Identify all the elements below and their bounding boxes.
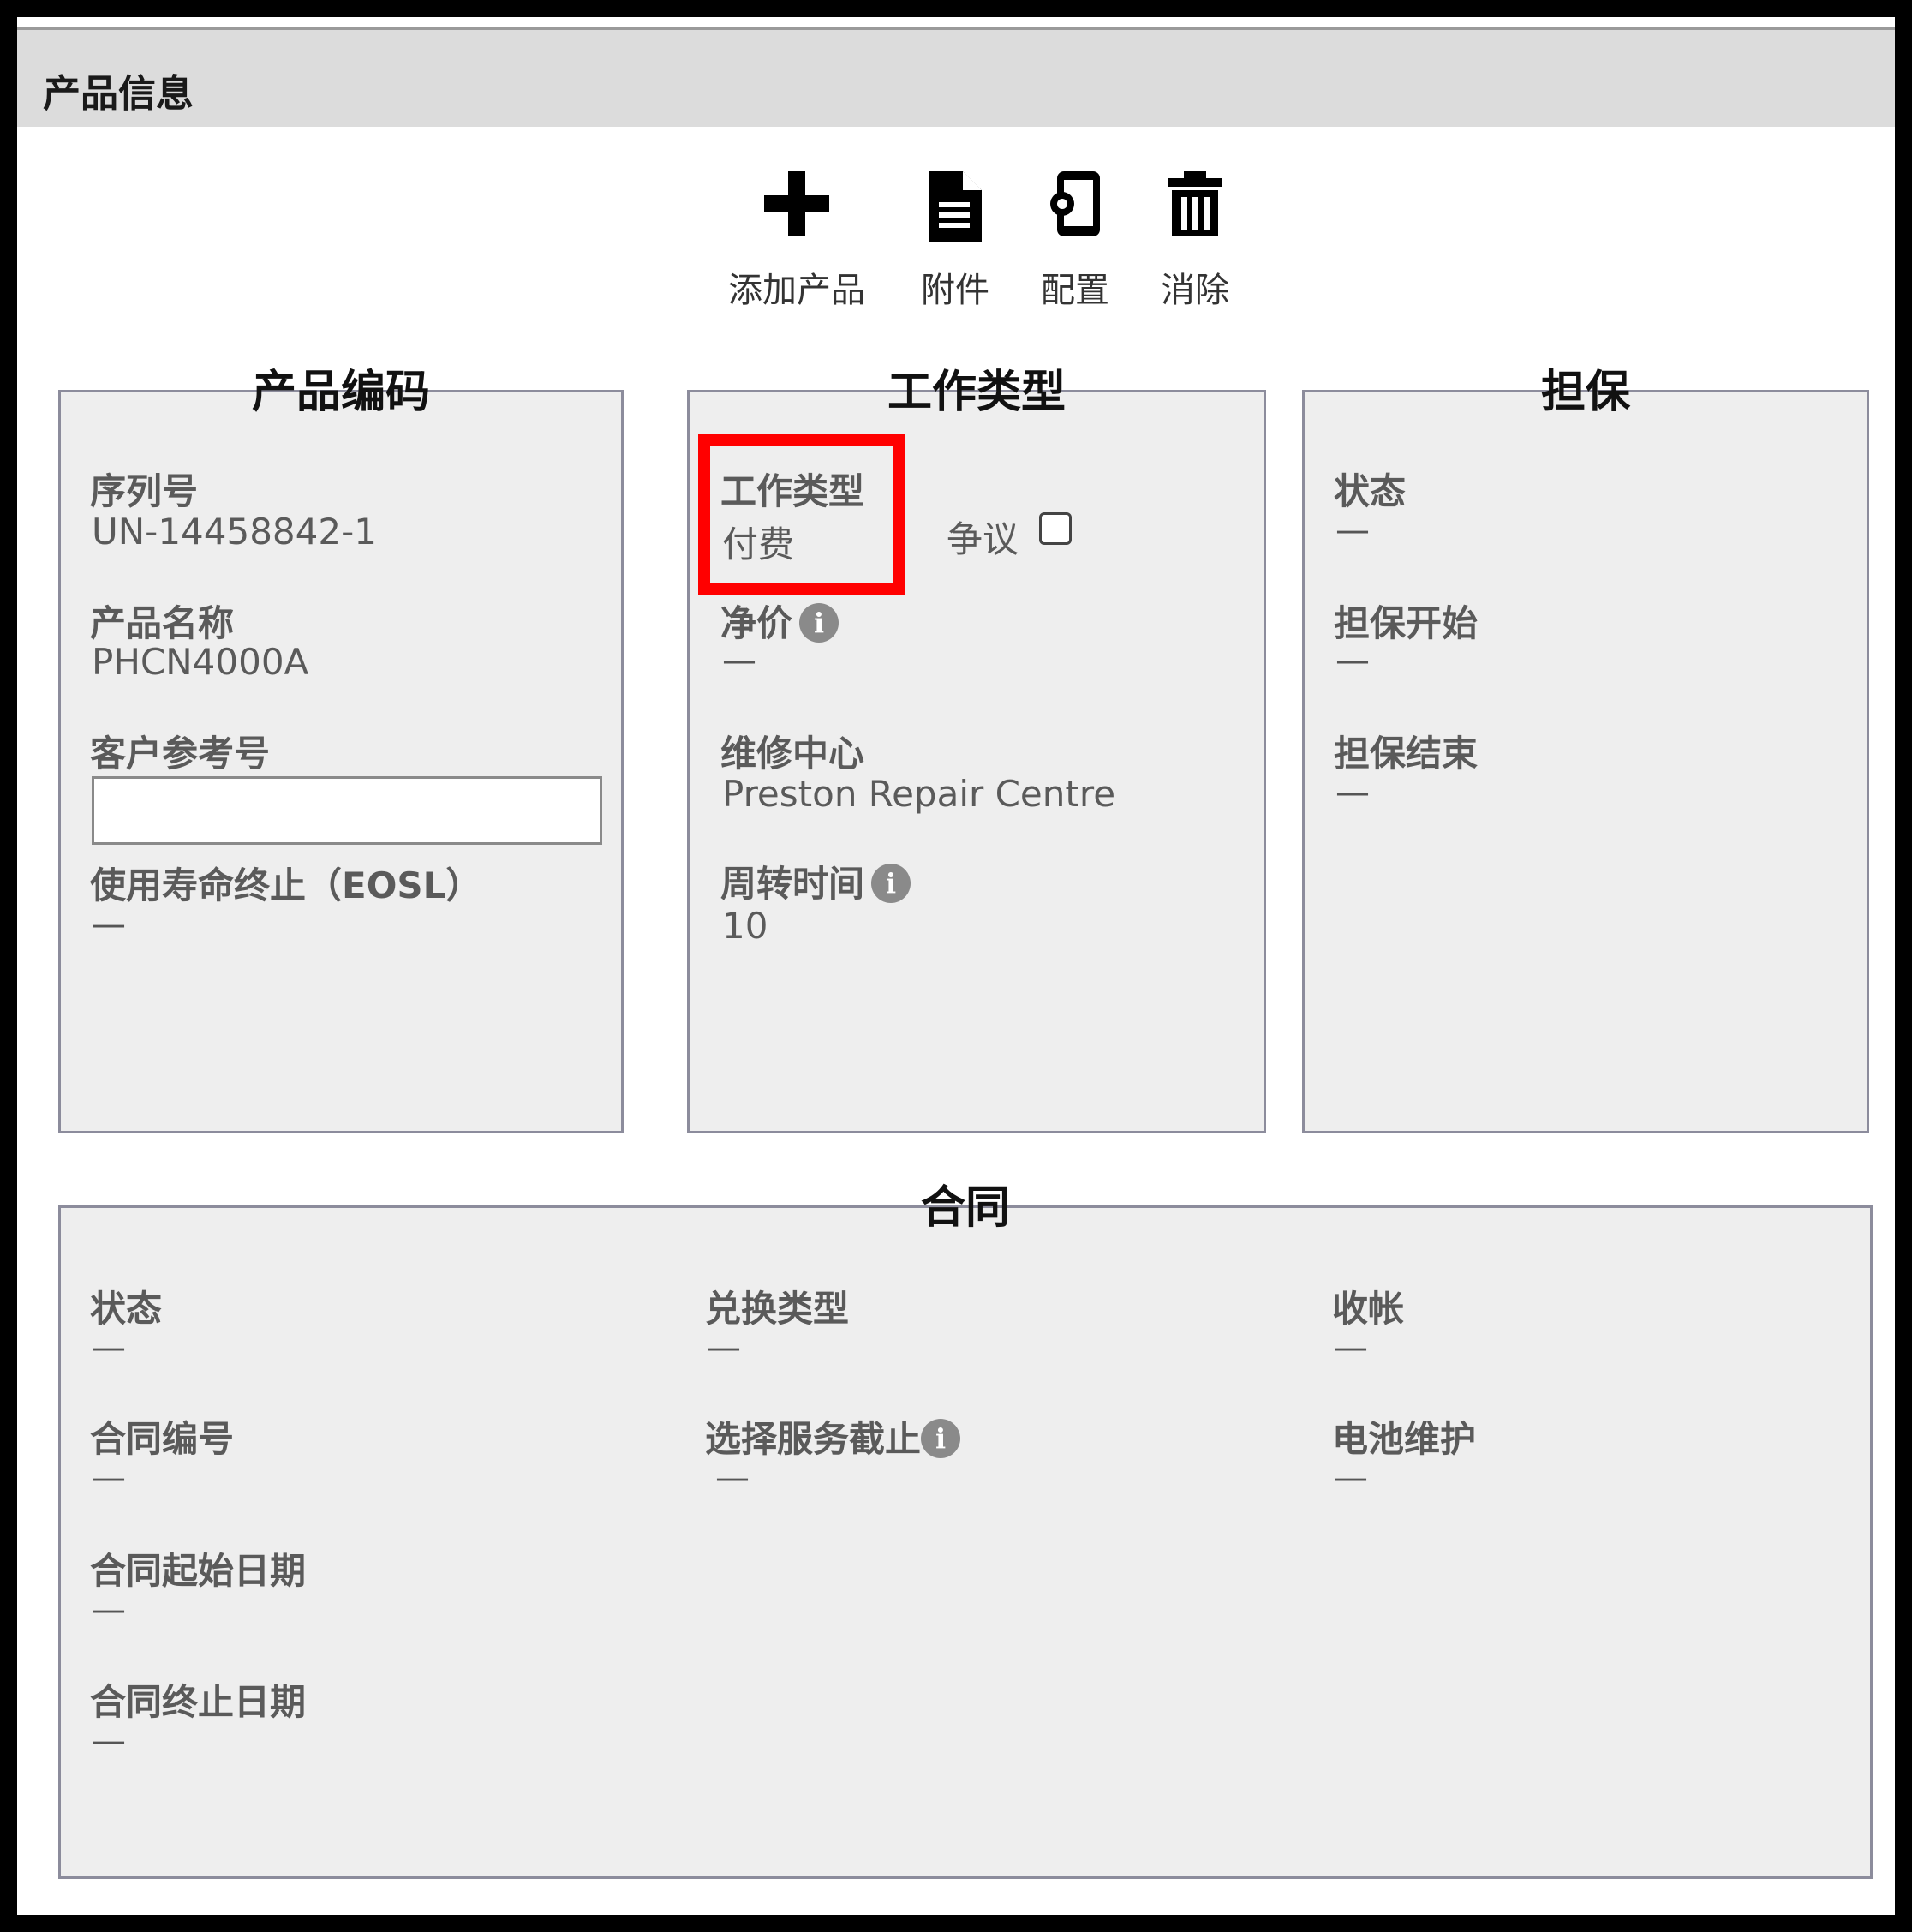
battery-value: — [1334,1458,1368,1498]
panel-legend: 合同 [920,1182,1010,1234]
info-icon[interactable]: i [799,602,839,643]
service-cutoff-label: 选择服务截止 i [705,1410,961,1462]
contract-number-value: — [92,1458,126,1498]
eosl-label: 使用寿命终止（EOSL） [90,864,482,906]
plus-icon [702,170,891,247]
remove-label: 消除 [1161,271,1229,310]
contract-number-label: 合同编号 [90,1418,235,1460]
turnaround-label: 周转时间 i [720,855,911,907]
info-icon[interactable]: i [921,1418,961,1458]
header-bar: 产品信息 [17,27,1895,127]
remove-button[interactable]: 消除 [1139,146,1251,310]
trash-icon [1139,170,1251,247]
exchange-type-value: — [707,1328,741,1367]
document-icon [899,170,1011,247]
dispute-checkbox[interactable] [1039,512,1072,545]
config-label: 配置 [1041,271,1109,310]
service-cutoff-value: — [715,1458,750,1498]
repair-center-label: 维修中心 [720,733,865,775]
attachment-button[interactable]: 附件 [899,146,1011,310]
eosl-value: — [92,905,126,944]
contract-start-value: — [92,1590,126,1630]
repair-center-value: Preston Repair Centre [722,773,1116,815]
warranty-end-label: 担保结束 [1334,733,1479,775]
exchange-type-label: 兑换类型 [705,1288,850,1330]
work-type-label: 工作类型 [720,470,865,512]
contract-status-label: 状态 [90,1288,163,1330]
net-price-value: — [722,641,756,680]
warranty-panel: 担保 状态 — 担保开始 — 担保结束 — [1302,368,1869,1133]
battery-label: 电池维护 [1332,1418,1477,1460]
billing-label: 收帐 [1332,1288,1405,1330]
panel-legend: 工作类型 [887,367,1066,418]
customer-ref-input[interactable] [92,776,602,845]
work-type-panel: 工作类型 工作类型 付费 争议 净价 i — 维修中心 Preston Repai… [687,368,1266,1133]
serial-value: UN-14458842-1 [92,511,377,553]
add-product-label: 添加产品 [728,271,865,310]
contract-end-label: 合同终止日期 [90,1681,307,1723]
product-name-label: 产品名称 [90,602,235,644]
warranty-status-label: 状态 [1334,470,1407,512]
warranty-start-value: — [1335,641,1370,680]
warranty-end-value: — [1335,773,1370,812]
billing-value: — [1334,1328,1368,1367]
add-product-button[interactable]: 添加产品 [702,146,891,310]
customer-ref-label: 客户参考号 [90,733,271,775]
page-title: 产品信息 [43,72,194,116]
work-type-value: 付费 [722,523,795,565]
product-name-value: PHCN4000A [92,641,309,683]
serial-label: 序列号 [90,470,199,512]
contract-start-label: 合同起始日期 [90,1550,307,1592]
contract-panel: 合同 状态 — 合同编号 — 合同起始日期 — 合同终止日期 — 兑换类型 — … [58,1184,1873,1879]
dispute-label: 争议 [947,518,1019,560]
product-info-window: 产品信息 添加产品 附件 配置 消除 产品编码 序列号 UN-14458842-… [0,0,1912,1932]
attachment-label: 附件 [921,271,989,310]
warranty-start-label: 担保开始 [1334,602,1479,644]
net-price-label: 净价 i [720,595,839,647]
contract-status-value: — [92,1328,126,1367]
turnaround-value: 10 [722,905,768,947]
panel-legend: 产品编码 [251,367,430,418]
contract-end-value: — [92,1721,126,1761]
product-code-panel: 产品编码 序列号 UN-14458842-1 产品名称 PHCN4000A 客户… [58,368,624,1133]
config-button[interactable]: 配置 [1019,146,1131,310]
warranty-status-value: — [1335,511,1370,550]
info-icon[interactable]: i [871,863,911,903]
panel-legend: 担保 [1540,367,1630,418]
device-settings-icon [1019,170,1131,247]
